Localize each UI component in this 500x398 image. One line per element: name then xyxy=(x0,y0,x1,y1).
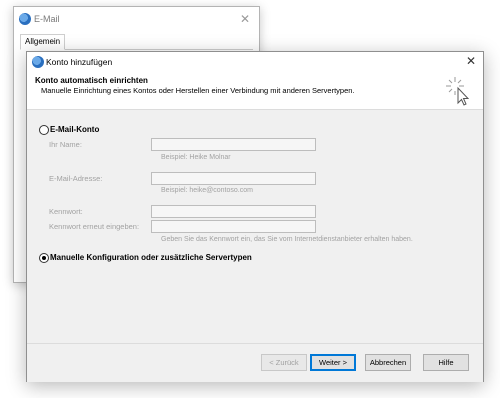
email-account-label: E-Mail-Konto xyxy=(50,125,100,134)
password-repeat-label: Kennwort erneut eingeben: xyxy=(49,222,140,231)
email-hint: Beispiel: heike@contoso.com xyxy=(161,187,253,194)
manual-config-label: Manuelle Konfiguration oder zusätzliche … xyxy=(50,253,252,262)
help-button[interactable]: Hilfe xyxy=(423,354,469,371)
password-field[interactable] xyxy=(151,205,316,218)
email-label: E-Mail-Adresse: xyxy=(49,174,103,183)
header-title: Konto automatisch einrichten xyxy=(35,76,148,85)
dialog-header: Konto automatisch einrichten Manuelle Ei… xyxy=(27,70,483,110)
tab-allgemein[interactable]: Allgemein xyxy=(20,34,66,50)
password-label: Kennwort: xyxy=(49,207,83,216)
email-window-titlebar: E-Mail ✕ xyxy=(14,7,259,31)
cancel-button[interactable]: Abbrechen xyxy=(365,354,411,371)
manual-config-radio[interactable] xyxy=(39,253,49,263)
password-hint: Geben Sie das Kennwort ein, das Sie vom … xyxy=(161,236,413,243)
close-icon[interactable]: ✕ xyxy=(466,54,476,68)
name-hint: Beispiel: Heike Molnar xyxy=(161,154,231,161)
name-field[interactable] xyxy=(151,138,316,151)
outlook-mail-icon xyxy=(32,56,44,68)
close-icon[interactable]: ✕ xyxy=(240,12,250,26)
header-subtitle: Manuelle Einrichtung eines Kontos oder H… xyxy=(41,86,355,95)
outlook-mail-icon xyxy=(19,13,31,25)
dialog-title: Konto hinzufügen xyxy=(46,57,113,67)
next-button[interactable]: Weiter > xyxy=(310,354,356,371)
email-field[interactable] xyxy=(151,172,316,185)
email-window-title: E-Mail xyxy=(34,14,60,24)
dialog-body: E-Mail-Konto Ihr Name: Beispiel: Heike M… xyxy=(27,110,483,343)
add-account-dialog: Konto hinzufügen ✕ Konto automatisch ein… xyxy=(26,51,484,382)
password-repeat-field[interactable] xyxy=(151,220,316,233)
email-account-radio[interactable] xyxy=(39,125,49,135)
wizard-cursor-sparkle-icon xyxy=(446,77,470,106)
name-label: Ihr Name: xyxy=(49,140,82,149)
back-button[interactable]: < Zurück xyxy=(261,354,307,371)
dialog-footer: < Zurück Weiter > Abbrechen Hilfe xyxy=(27,343,483,382)
dialog-titlebar: Konto hinzufügen ✕ xyxy=(27,52,483,70)
email-window-tabstrip: Allgemein xyxy=(20,34,253,50)
